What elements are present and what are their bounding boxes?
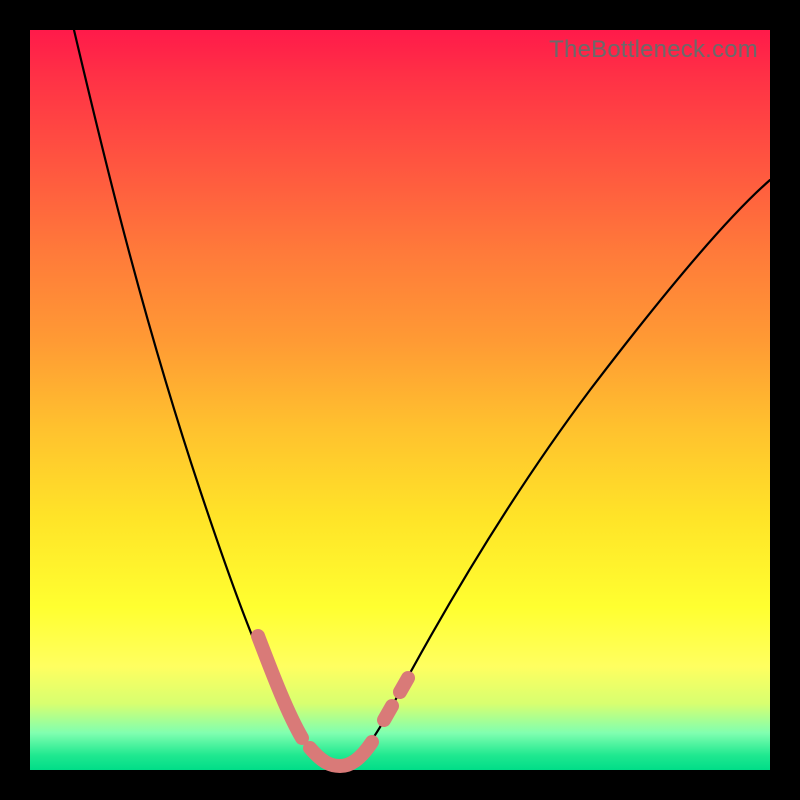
curve-path	[74, 30, 770, 766]
left-descent-marker	[258, 636, 302, 738]
bottleneck-curve	[30, 30, 770, 770]
valley-floor-marker	[310, 742, 372, 766]
right-ascent-dot-2	[400, 678, 408, 692]
right-ascent-dot-1	[384, 706, 392, 720]
chart-plot-area: TheBottleneck.com	[30, 30, 770, 770]
